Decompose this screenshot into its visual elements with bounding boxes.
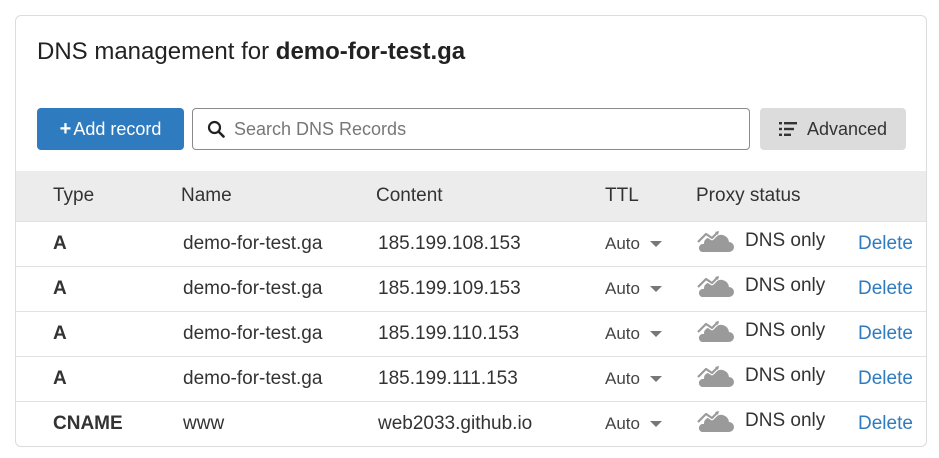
record-name: demo-for-test.ga	[181, 266, 376, 312]
cloud-dns-only-icon	[696, 364, 734, 388]
record-action-cell: Delete	[858, 401, 926, 446]
record-type: A	[16, 266, 181, 312]
record-name: demo-for-test.ga	[181, 311, 376, 357]
ttl-value: Auto	[605, 414, 640, 433]
ttl-select[interactable]: Auto	[605, 369, 662, 389]
caret-down-icon	[649, 241, 662, 247]
record-type: CNAME	[16, 401, 181, 446]
ttl-value: Auto	[605, 279, 640, 298]
record-ttl-cell: Auto	[605, 401, 696, 446]
proxy-status-label: DNS only	[745, 365, 826, 386]
ttl-select[interactable]: Auto	[605, 279, 662, 299]
delete-record-link[interactable]: Delete	[858, 413, 913, 434]
record-action-cell: Delete	[858, 266, 926, 312]
proxy-status-toggle[interactable]: DNS only	[696, 364, 825, 388]
cloud-dns-only-icon	[696, 319, 734, 343]
ttl-select[interactable]: Auto	[605, 324, 662, 344]
table-body: A demo-for-test.ga 185.199.108.153 Auto …	[16, 221, 926, 446]
cloud-dns-only-icon	[696, 229, 734, 253]
record-type: A	[16, 356, 181, 402]
record-name: demo-for-test.ga	[181, 356, 376, 402]
table-row: A demo-for-test.ga 185.199.110.153 Auto …	[16, 311, 926, 357]
record-type: A	[16, 221, 181, 267]
advanced-button[interactable]: Advanced	[760, 108, 906, 150]
record-type: A	[16, 311, 181, 357]
record-proxy-cell: DNS only	[696, 221, 858, 267]
caret-down-icon	[649, 286, 662, 292]
add-record-button[interactable]: + Add record	[37, 108, 184, 150]
record-proxy-cell: DNS only	[696, 401, 858, 446]
list-icon	[778, 122, 797, 136]
ttl-value: Auto	[605, 369, 640, 388]
ttl-value: Auto	[605, 234, 640, 253]
proxy-status-label: DNS only	[745, 320, 826, 341]
column-header-proxy-status[interactable]: Proxy status	[696, 171, 858, 222]
proxy-status-label: DNS only	[745, 410, 826, 431]
table-row: A demo-for-test.ga 185.199.111.153 Auto …	[16, 356, 926, 402]
delete-record-link[interactable]: Delete	[858, 323, 913, 344]
record-proxy-cell: DNS only	[696, 311, 858, 357]
proxy-status-label: DNS only	[745, 275, 826, 296]
record-action-cell: Delete	[858, 311, 926, 357]
record-proxy-cell: DNS only	[696, 356, 858, 402]
advanced-label: Advanced	[806, 118, 888, 139]
record-name: www	[181, 401, 376, 446]
caret-down-icon	[649, 421, 662, 427]
column-header-name[interactable]: Name	[181, 171, 376, 222]
record-proxy-cell: DNS only	[696, 266, 858, 312]
record-content: 185.199.109.153	[376, 266, 605, 312]
delete-record-link[interactable]: Delete	[858, 368, 913, 389]
delete-record-link[interactable]: Delete	[858, 278, 913, 299]
toolbar: + Add record Search DNS Records Advanced	[37, 108, 906, 150]
add-record-label: Add record	[73, 118, 162, 139]
ttl-select[interactable]: Auto	[605, 234, 662, 254]
column-header-type[interactable]: Type	[16, 171, 181, 222]
column-header-content[interactable]: Content	[376, 171, 605, 222]
domain-name: demo-for-test.ga	[275, 38, 466, 65]
cloud-dns-only-icon	[696, 409, 734, 433]
column-header-actions	[858, 171, 926, 222]
record-ttl-cell: Auto	[605, 356, 696, 402]
record-content: web2033.github.io	[376, 401, 605, 446]
delete-record-link[interactable]: Delete	[858, 233, 913, 254]
record-action-cell: Delete	[858, 356, 926, 402]
dns-records-table: Type Name Content TTL Proxy status A dem…	[16, 171, 926, 446]
caret-down-icon	[649, 376, 662, 382]
dns-management-card: DNS management for demo-for-test.ga + Ad…	[15, 15, 927, 447]
caret-down-icon	[649, 331, 662, 337]
cloud-dns-only-icon	[696, 274, 734, 298]
table-row: A demo-for-test.ga 185.199.109.153 Auto …	[16, 266, 926, 312]
search-box[interactable]	[192, 108, 750, 150]
plus-icon: +	[59, 117, 72, 140]
record-action-cell: Delete	[858, 221, 926, 267]
record-ttl-cell: Auto	[605, 266, 696, 312]
record-content: 185.199.111.153	[376, 356, 605, 402]
record-content: 185.199.108.153	[376, 221, 605, 267]
title-prefix: DNS management for	[37, 38, 276, 65]
proxy-status-toggle[interactable]: DNS only	[696, 274, 825, 298]
record-ttl-cell: Auto	[605, 311, 696, 357]
record-content: 185.199.110.153	[376, 311, 605, 357]
page-title: DNS management for demo-for-test.ga	[37, 38, 465, 66]
table-row: CNAME www web2033.github.io Auto DNS onl…	[16, 401, 926, 446]
proxy-status-toggle[interactable]: DNS only	[696, 229, 825, 253]
ttl-select[interactable]: Auto	[605, 414, 662, 434]
table-header-row: Type Name Content TTL Proxy status	[16, 171, 926, 222]
proxy-status-toggle[interactable]: DNS only	[696, 409, 825, 433]
table-row: A demo-for-test.ga 185.199.108.153 Auto …	[16, 221, 926, 267]
search-icon	[206, 119, 226, 139]
search-input[interactable]	[232, 117, 736, 141]
record-ttl-cell: Auto	[605, 221, 696, 267]
proxy-status-label: DNS only	[745, 230, 826, 251]
ttl-value: Auto	[605, 324, 640, 343]
proxy-status-toggle[interactable]: DNS only	[696, 319, 825, 343]
column-header-ttl[interactable]: TTL	[605, 171, 696, 222]
record-name: demo-for-test.ga	[181, 221, 376, 267]
